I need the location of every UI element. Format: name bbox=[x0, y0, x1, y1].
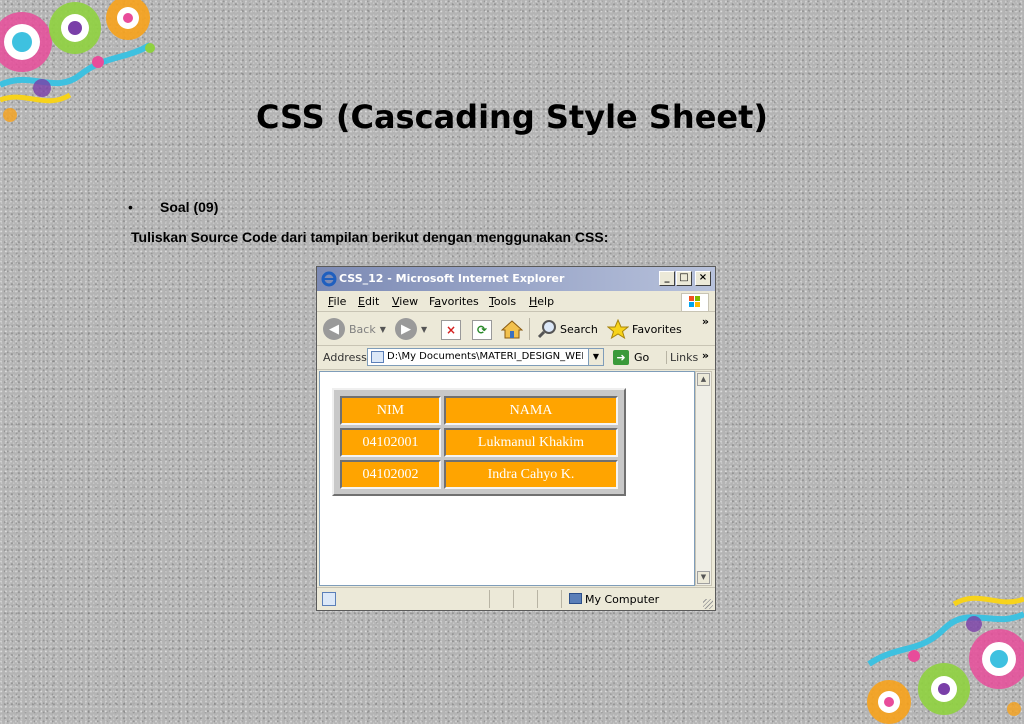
back-button[interactable]: ◀ Back ▼ bbox=[323, 318, 386, 340]
maximize-button[interactable]: □ bbox=[676, 271, 692, 286]
favorites-label: Favorites bbox=[632, 322, 682, 336]
forward-button[interactable]: ▶ ▼ bbox=[395, 318, 427, 340]
page-status-icon bbox=[322, 592, 336, 606]
back-arrow-icon: ◀ bbox=[323, 318, 345, 340]
decorative-swirl-bottom-right bbox=[867, 595, 1024, 724]
search-label: Search bbox=[560, 322, 598, 336]
forward-dropdown-icon[interactable]: ▼ bbox=[421, 325, 427, 334]
links-more-chevron[interactable]: » bbox=[702, 349, 709, 362]
star-icon bbox=[607, 319, 629, 339]
search-button[interactable]: Search bbox=[537, 319, 598, 339]
table-header-cell: NIM bbox=[340, 396, 441, 425]
stop-button[interactable]: × bbox=[441, 320, 461, 340]
go-arrow-icon[interactable]: ➜ bbox=[613, 350, 629, 365]
search-icon bbox=[537, 320, 556, 339]
menu-view[interactable]: View bbox=[392, 295, 418, 308]
instruction-text: Tuliskan Source Code dari tampilan berik… bbox=[131, 229, 609, 245]
bullet-item: • Soal (09) bbox=[128, 199, 218, 215]
menu-bar: File Edit View Favorites Tools Help bbox=[317, 291, 715, 312]
windows-flag-icon bbox=[681, 293, 709, 312]
table-header-cell: NAMA bbox=[444, 396, 618, 425]
data-table: NIM NAMA 04102001 Lukmanul Khakim 041020… bbox=[332, 388, 626, 496]
menu-tools[interactable]: Tools bbox=[489, 295, 516, 308]
back-dropdown-icon[interactable]: ▼ bbox=[380, 325, 386, 334]
scroll-up-icon[interactable]: ▲ bbox=[697, 373, 710, 386]
address-input[interactable]: D:\My Documents\MATERI_DESIGN_WEB\J ▼ bbox=[367, 348, 604, 366]
standard-toolbar: ◀ Back ▼ ▶ ▼ × ⟳ Search Favorites » bbox=[317, 313, 715, 346]
close-button[interactable]: × bbox=[695, 271, 711, 286]
toolbar-more-chevron[interactable]: » bbox=[702, 315, 709, 328]
page-icon bbox=[371, 351, 384, 363]
browser-window: CSS_12 - Microsoft Internet Explorer _ □… bbox=[316, 266, 716, 611]
back-label: Back bbox=[349, 322, 376, 336]
address-bar: Address D:\My Documents\MATERI_DESIGN_WE… bbox=[317, 347, 715, 370]
address-value: D:\My Documents\MATERI_DESIGN_WEB\J bbox=[387, 351, 583, 362]
slide-title: CSS (Cascading Style Sheet) bbox=[255, 98, 769, 136]
title-bar[interactable]: CSS_12 - Microsoft Internet Explorer _ □… bbox=[317, 267, 715, 291]
menu-favorites[interactable]: Favorites bbox=[429, 295, 479, 308]
home-button[interactable] bbox=[501, 319, 523, 339]
bullet-text: Soal (09) bbox=[160, 199, 219, 215]
ie-logo-icon bbox=[321, 271, 337, 287]
bullet-icon: • bbox=[128, 199, 133, 215]
address-dropdown-icon[interactable]: ▼ bbox=[588, 349, 603, 365]
computer-icon bbox=[569, 593, 582, 604]
address-label: Address bbox=[323, 351, 367, 364]
menu-edit[interactable]: Edit bbox=[358, 295, 379, 308]
minimize-button[interactable]: _ bbox=[659, 271, 675, 286]
status-bar: My Computer bbox=[317, 587, 715, 611]
status-pane-divider bbox=[513, 590, 514, 608]
stop-icon: × bbox=[441, 320, 461, 340]
favorites-button[interactable]: Favorites bbox=[607, 319, 682, 339]
menu-file[interactable]: File bbox=[328, 295, 346, 308]
scroll-down-icon[interactable]: ▼ bbox=[697, 571, 710, 584]
page-content: NIM NAMA 04102001 Lukmanul Khakim 041020… bbox=[319, 371, 695, 586]
table-cell: Lukmanul Khakim bbox=[444, 428, 618, 457]
refresh-button[interactable]: ⟳ bbox=[472, 320, 492, 340]
go-button[interactable]: Go bbox=[634, 351, 649, 364]
forward-arrow-icon: ▶ bbox=[395, 318, 417, 340]
resize-grip[interactable] bbox=[703, 599, 713, 609]
table-cell: 04102001 bbox=[340, 428, 441, 457]
window-title: CSS_12 - Microsoft Internet Explorer bbox=[339, 272, 565, 285]
home-icon bbox=[501, 320, 523, 339]
links-button[interactable]: Links bbox=[666, 351, 698, 364]
status-pane-divider bbox=[561, 590, 562, 608]
status-pane-divider bbox=[489, 590, 490, 608]
table-cell: 04102002 bbox=[340, 460, 441, 489]
security-zone-label: My Computer bbox=[585, 593, 660, 606]
vertical-scrollbar[interactable]: ▲ ▼ bbox=[695, 371, 712, 586]
status-pane-divider bbox=[537, 590, 538, 608]
refresh-icon: ⟳ bbox=[472, 320, 492, 340]
menu-help[interactable]: Help bbox=[529, 295, 554, 308]
toolbar-separator bbox=[529, 318, 530, 340]
table-cell: Indra Cahyo K. bbox=[444, 460, 618, 489]
